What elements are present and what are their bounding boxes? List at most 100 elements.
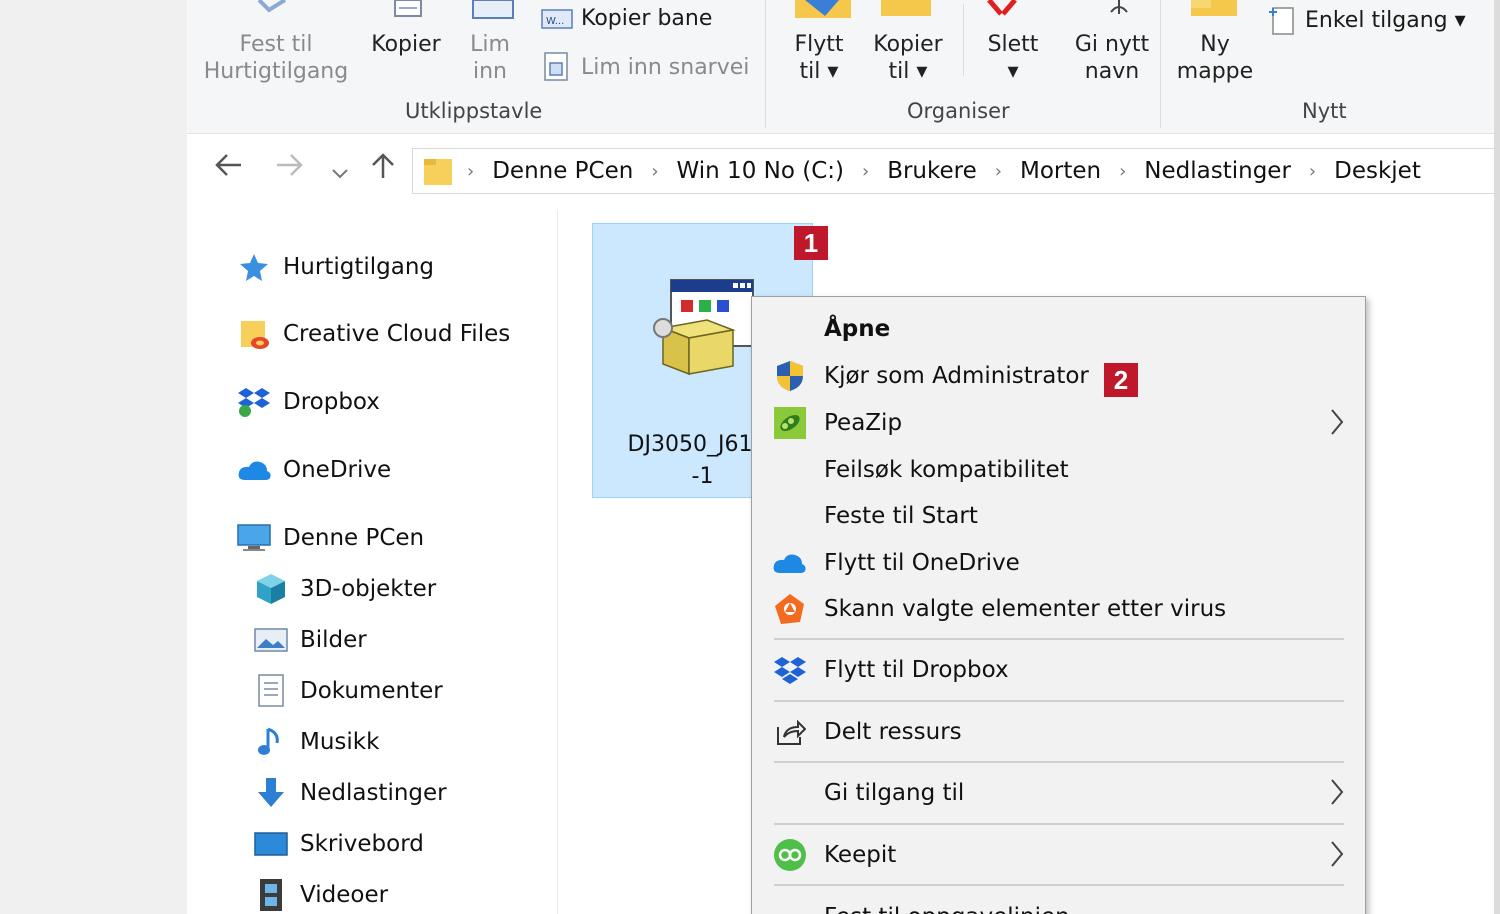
chevron-right-icon: ›: [1119, 160, 1127, 182]
menu-item-pin-to-taskbar[interactable]: Fest til oppgavelinjen: [752, 895, 1365, 914]
nav-item-this-pc[interactable]: Denne PCen: [237, 521, 424, 555]
nav-item-downloads[interactable]: Nedlastinger: [254, 776, 447, 810]
desktop-icon: [254, 832, 288, 856]
film-icon: [260, 879, 282, 911]
chevron-right-icon: ›: [861, 160, 870, 182]
breadcrumb-item[interactable]: Morten: [1020, 158, 1101, 184]
chevron-down-icon: [332, 169, 348, 179]
menu-item-move-to-onedrive[interactable]: Flytt til OneDrive: [752, 541, 1365, 585]
paste-label: Lim inn: [470, 32, 510, 84]
peazip-icon: [774, 407, 806, 439]
nav-item-label: Musikk: [300, 729, 380, 755]
menu-separator: [774, 884, 1344, 886]
ribbon-separator: [1160, 0, 1161, 128]
pin-icon: [257, 0, 287, 13]
menu-item-peazip[interactable]: PeaZip: [752, 401, 1365, 445]
avast-icon: [775, 594, 804, 624]
copy-to-button[interactable]: Kopier til ▾: [863, 31, 953, 85]
nav-item-label: Hurtigtilgang: [283, 254, 435, 280]
menu-item-pin-to-start[interactable]: Feste til Start: [752, 494, 1365, 538]
breadcrumb-item[interactable]: Nedlastinger: [1144, 158, 1291, 184]
copy-button[interactable]: Kopier: [361, 31, 451, 58]
easy-access-label: Enkel tilgang ▾: [1305, 7, 1466, 33]
context-menu: Åpne Kjør som Administrator 2 PeaZip Fei…: [751, 296, 1366, 914]
menu-item-label: Gi tilgang til: [824, 780, 965, 806]
breadcrumb-item[interactable]: Win 10 No (C:): [677, 158, 844, 184]
menu-separator: [774, 823, 1344, 825]
ribbon: Fest til Hurtigtilgang Kopier Lim inn W.…: [187, 0, 1494, 134]
menu-item-label: Flytt til Dropbox: [824, 657, 1009, 683]
menu-item-troubleshoot-compatibility[interactable]: Feilsøk kompatibilitet: [752, 448, 1365, 492]
breadcrumb-item[interactable]: Deskjet: [1334, 158, 1421, 184]
menu-item-give-access[interactable]: Gi tilgang til: [752, 771, 1365, 815]
menu-item-label: Kjør som Administrator: [824, 363, 1089, 389]
desktop-left-margin: [0, 0, 188, 914]
onedrive-cloud-icon: [773, 554, 806, 573]
menu-item-run-as-admin[interactable]: Kjør som Administrator: [752, 354, 1365, 398]
nav-item-label: Skrivebord: [300, 831, 424, 857]
nav-item-quick-access[interactable]: Hurtigtilgang: [237, 250, 434, 284]
menu-item-label: Skann valgte elementer etter virus: [824, 596, 1227, 622]
delete-icon: [987, 0, 1017, 16]
breadcrumb-item[interactable]: Brukere: [887, 158, 977, 184]
nav-item-3d-objects[interactable]: 3D-objekter: [254, 572, 436, 606]
pane-divider: [557, 210, 558, 914]
delete-button[interactable]: Slett ▾: [977, 31, 1049, 85]
back-button[interactable]: [213, 152, 243, 185]
creative-cloud-folder-icon: [241, 321, 269, 349]
copy-path-button[interactable]: W... Kopier bane: [541, 6, 712, 31]
menu-item-share[interactable]: Delt ressurs: [752, 710, 1365, 754]
dropbox-icon: [238, 388, 270, 417]
paste-shortcut-label: Lim inn snarvei: [581, 54, 750, 80]
menu-item-move-to-dropbox[interactable]: Flytt til Dropbox: [752, 648, 1365, 692]
rename-icon: [1110, 0, 1128, 14]
nav-item-music[interactable]: Musikk: [254, 725, 379, 759]
move-to-icon: [795, 0, 851, 18]
new-folder-button[interactable]: Ny mappe: [1171, 31, 1259, 85]
paste-shortcut-icon: [544, 52, 568, 81]
pin-quick-access-button[interactable]: Fest til Hurtigtilgang: [201, 31, 351, 85]
arrow-right-icon: [277, 154, 303, 176]
chevron-right-icon: ›: [1308, 160, 1317, 182]
nav-item-creative-cloud[interactable]: Creative Cloud Files: [237, 317, 510, 351]
arrow-left-icon: [215, 154, 241, 176]
nav-item-label: 3D-objekter: [300, 576, 437, 602]
menu-item-scan-virus[interactable]: Skann valgte elementer etter virus: [752, 587, 1365, 631]
menu-item-label: Flytt til OneDrive: [824, 550, 1020, 576]
paste-shortcut-button[interactable]: Lim inn snarvei: [541, 52, 749, 82]
nav-item-videos[interactable]: Videoer: [254, 878, 388, 912]
nav-item-documents[interactable]: Dokumenter: [254, 674, 443, 708]
nav-item-pictures[interactable]: Bilder: [254, 623, 367, 657]
move-to-button[interactable]: Flytt til ▾: [781, 31, 857, 85]
nav-item-dropbox[interactable]: Dropbox: [237, 385, 380, 419]
up-button[interactable]: [369, 152, 397, 187]
copy-label: Kopier: [371, 32, 441, 57]
rename-button[interactable]: Gi nytt navn: [1057, 31, 1167, 85]
chevron-right-icon: ›: [467, 160, 475, 182]
nav-item-label: OneDrive: [283, 457, 392, 483]
nav-item-label: Nedlastinger: [300, 780, 447, 806]
easy-access-button[interactable]: Enkel tilgang ▾: [1267, 4, 1466, 36]
nav-item-desktop[interactable]: Skrivebord: [254, 827, 424, 861]
copy-to-icon: [881, 0, 931, 16]
menu-item-label: Feilsøk kompatibilitet: [824, 457, 1069, 483]
address-bar[interactable]: › Denne PCen › Win 10 No (C:) › Brukere …: [412, 148, 1494, 194]
group-clipboard-label: Utklippstavle: [405, 99, 543, 123]
forward-button[interactable]: [275, 152, 305, 185]
cube-icon: [257, 574, 285, 604]
file-explorer-window: Fest til Hurtigtilgang Kopier Lim inn W.…: [187, 0, 1494, 914]
nav-item-onedrive[interactable]: OneDrive: [237, 453, 391, 487]
menu-item-open[interactable]: Åpne: [752, 307, 1365, 351]
nav-item-label: Dokumenter: [300, 678, 443, 704]
breadcrumb: › Denne PCen › Win 10 No (C:) › Brukere …: [467, 149, 1421, 193]
paste-button[interactable]: Lim inn: [455, 31, 525, 85]
menu-item-label: Keepit: [824, 842, 897, 868]
new-folder-icon: [1191, 0, 1237, 16]
recent-locations-button[interactable]: [331, 158, 349, 188]
onedrive-cloud-icon: [238, 461, 271, 480]
ribbon-separator: [963, 4, 964, 76]
copy-path-label: Kopier bane: [581, 6, 713, 31]
menu-item-keepit[interactable]: Keepit: [752, 833, 1365, 877]
share-icon: [777, 719, 806, 745]
breadcrumb-item[interactable]: Denne PCen: [492, 158, 633, 184]
